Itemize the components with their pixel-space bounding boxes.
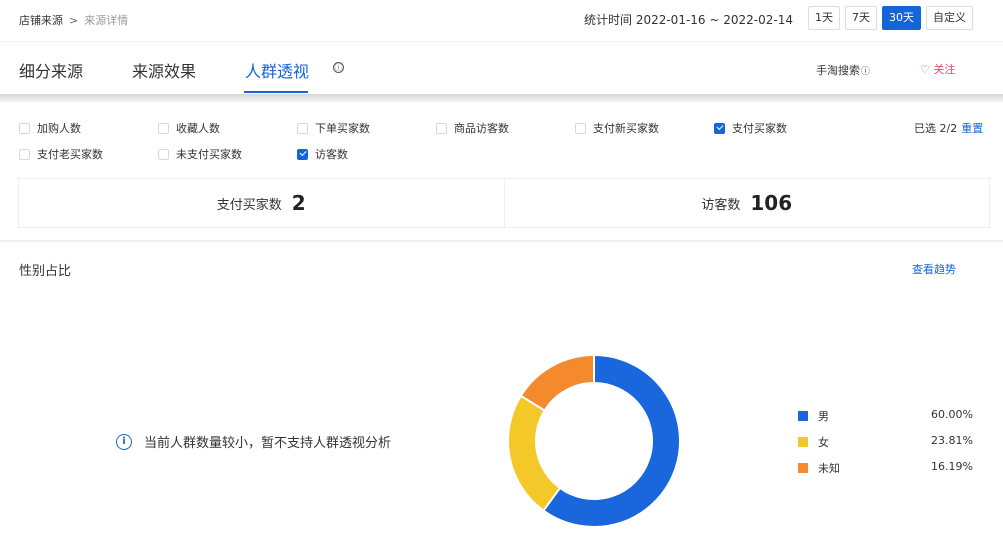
notice-text: 当前人群数量较小，暂不支持人群透视分析 (144, 436, 392, 451)
filter-item-visitors[interactable]: 商品访客数 (436, 120, 509, 136)
small-audience-notice: i 当前人群数量较小，暂不支持人群透视分析 (116, 432, 391, 451)
metric-paying-buyers: 支付买家数 2 (19, 179, 504, 227)
legend-swatch (798, 437, 808, 447)
legend-percent: 60.00% (931, 408, 973, 421)
active-tab-indicator (244, 91, 308, 93)
legend-swatch (798, 463, 808, 473)
view-trend-link[interactable]: 查看趋势 (912, 261, 956, 277)
stat-time: 统计时间 2022-01-16 ~ 2022-02-14 (584, 13, 793, 27)
checkbox-icon (575, 122, 586, 134)
metric-cards: 支付买家数 2 访客数 106 (18, 178, 990, 228)
filter-order-buyers[interactable]: 下单买家数 (297, 120, 370, 136)
filter-old-buyers[interactable]: 支付老买家数 (19, 146, 103, 162)
checkbox-icon (158, 148, 169, 160)
chart-legend: 男 60.00% 女 23.81% 未知 16.19% (798, 408, 973, 486)
checkbox-checked-icon (714, 122, 725, 134)
breadcrumb-root[interactable]: 店铺来源 (19, 14, 63, 27)
filter-new-buyers[interactable]: 支付新买家数 (575, 120, 659, 136)
reset-button[interactable]: 重置 (961, 122, 983, 135)
section-shadow (0, 94, 1003, 102)
follow-label: 关注 (933, 63, 956, 76)
breadcrumb-current: 来源详情 (84, 14, 129, 27)
range-1d-button[interactable]: 1天 (808, 6, 840, 30)
filter-label: 支付买家数 (732, 122, 787, 135)
tab-segment-source[interactable]: 细分来源 (19, 58, 83, 82)
range-7d-button[interactable]: 7天 (845, 6, 877, 30)
checkbox-icon (19, 148, 30, 160)
filter-label: 下单买家数 (315, 122, 370, 135)
filter-unpaid-buyers[interactable]: 未支付买家数 (158, 146, 242, 162)
heart-icon: ♡ (920, 63, 930, 76)
tab-bar: 细分来源 来源效果 人群透视 ⓘ 手淘搜索ⓘ ♡ 关注 (0, 42, 1003, 94)
search-source-label: 手淘搜索 (816, 64, 860, 77)
tab-source-effect[interactable]: 来源效果 (132, 58, 196, 82)
top-bar: 店铺来源 > 来源详情 统计时间 2022-01-16 ~ 2022-02-14 1… (0, 0, 1003, 42)
pie-slice-1[interactable] (508, 394, 562, 512)
range-custom-button[interactable]: 自定义 (926, 6, 973, 30)
filter-label: 未支付买家数 (176, 148, 242, 161)
legend-label: 未知 (818, 462, 840, 475)
metric-label: 支付买家数 (216, 197, 282, 213)
legend-percent: 16.19% (931, 460, 973, 473)
metric-value: 106 (750, 191, 793, 215)
checkbox-icon (297, 122, 308, 134)
filter-label: 访客数 (315, 148, 348, 161)
pie-slice-2[interactable] (519, 355, 595, 412)
breadcrumb-separator: > (69, 14, 79, 27)
legend-item[interactable]: 女 23.81% (798, 434, 973, 460)
filter-favorite[interactable]: 收藏人数 (158, 120, 220, 136)
filter-visitors[interactable]: 访客数 (297, 146, 348, 162)
checkbox-checked-icon (297, 148, 308, 160)
checkbox-icon (436, 122, 447, 134)
help-icon: ⓘ (861, 67, 871, 77)
filter-label: 收藏人数 (176, 122, 220, 135)
legend-item[interactable]: 未知 16.19% (798, 460, 973, 486)
legend-item[interactable]: 男 60.00% (798, 408, 973, 434)
tab-audience-insight[interactable]: 人群透视 (245, 58, 309, 82)
metric-value: 2 (291, 191, 306, 215)
filter-label: 支付老买家数 (37, 148, 103, 161)
gender-donut-chart (508, 355, 680, 527)
checkbox-icon (158, 122, 169, 134)
legend-label: 女 (818, 436, 829, 449)
filter-add-cart[interactable]: 加购人数 (19, 120, 81, 136)
metric-label: 访客数 (701, 197, 741, 213)
selected-count: 已选 2/2 重置 (914, 120, 983, 136)
selected-count-text: 已选 2/2 (914, 122, 958, 135)
legend-percent: 23.81% (931, 434, 973, 447)
filter-paying-buyers[interactable]: 支付买家数 (714, 120, 787, 136)
legend-swatch (798, 411, 808, 421)
legend-label: 男 (818, 410, 829, 423)
section-title: 性别占比 (19, 264, 72, 279)
section-divider (0, 240, 1003, 242)
follow-button[interactable]: ♡ 关注 (920, 61, 955, 77)
info-icon[interactable]: ⓘ (333, 62, 344, 73)
metric-visitors: 访客数 106 (503, 179, 990, 227)
checkbox-icon (19, 122, 30, 134)
breadcrumb: 店铺来源 > 来源详情 (19, 12, 128, 28)
date-range-group: 1天 7天 30天 自定义 (808, 6, 973, 30)
info-circle-icon: i (116, 433, 132, 450)
search-source-link[interactable]: 手淘搜索ⓘ (816, 62, 870, 78)
range-30d-button[interactable]: 30天 (882, 6, 921, 30)
filter-label: 支付新买家数 (593, 122, 659, 135)
filter-label: 加购人数 (37, 122, 81, 135)
filter-label: 商品访客数 (454, 122, 509, 135)
